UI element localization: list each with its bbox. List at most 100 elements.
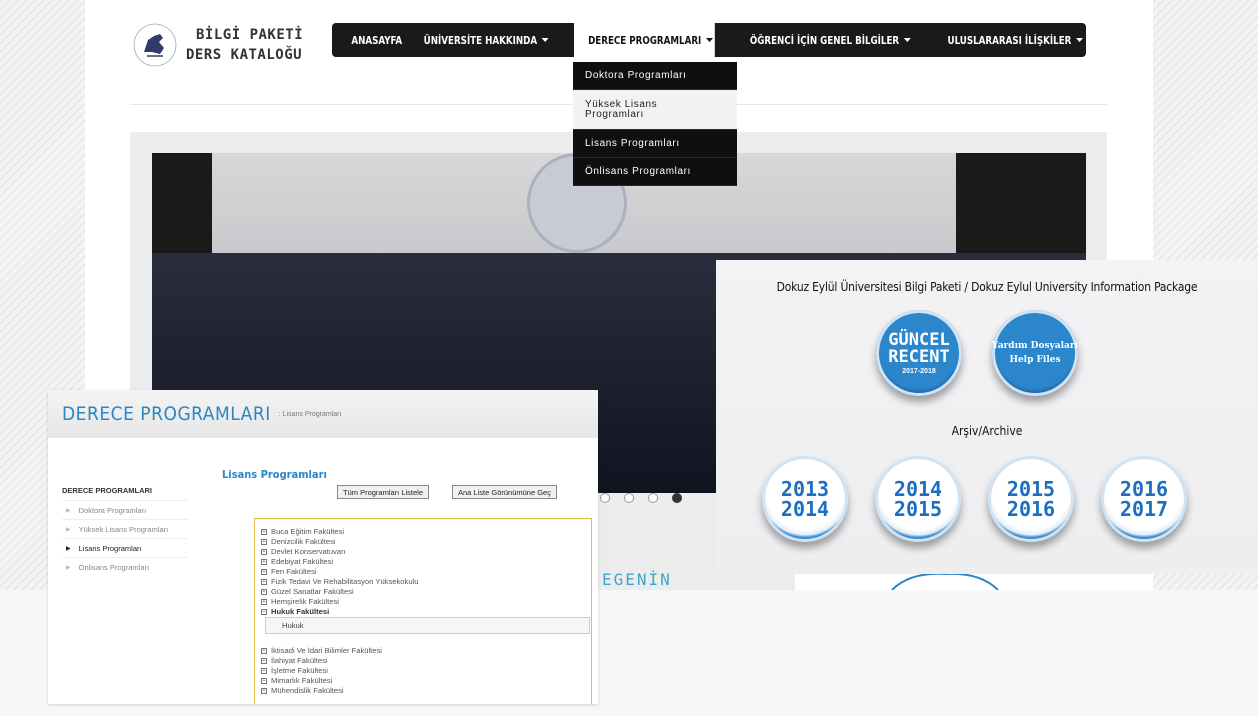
help-files-button[interactable]: Yardım Dosyaları Help Files bbox=[992, 310, 1078, 396]
switch-view-button[interactable]: Ana Liste Görünümüne Geç bbox=[452, 485, 557, 499]
slider-dot[interactable] bbox=[600, 493, 610, 503]
nav-label: ANASAYFA bbox=[351, 33, 403, 47]
archive-2014-2015-button[interactable]: 2014 2015 bbox=[875, 456, 961, 542]
expand-icon[interactable]: + bbox=[261, 539, 267, 545]
expand-icon[interactable]: + bbox=[261, 599, 267, 605]
breadcrumb: : Lisans Programları bbox=[278, 410, 342, 418]
sidebar-item-doktora[interactable]: ▶ Doktora Programları bbox=[62, 500, 188, 519]
sidebar-item-onlisans[interactable]: ▶ Önlisans Programları bbox=[62, 557, 188, 576]
tree-item[interactable]: + Fen Fakültesi bbox=[261, 567, 591, 577]
tree-item[interactable]: + Buca Eğitim Fakültesi bbox=[261, 527, 591, 537]
tree-item[interactable]: + Fizik Tedavi Ve Rehabilitasyon Yüksekok… bbox=[261, 577, 591, 587]
panel-header: DERECE PROGRAMLARI : Lisans Programları bbox=[48, 390, 598, 438]
sidebar-item-label: Lisans Programları bbox=[78, 543, 142, 553]
tree-item-label: Edebiyat Fakültesi bbox=[271, 557, 334, 566]
brand-title[interactable]: BİLGİ PAKETİ DERS KATALOĞU bbox=[186, 25, 303, 65]
tree-item[interactable]: + Güzel Sanatlar Fakültesi bbox=[261, 587, 591, 597]
nav-uluslararasi-iliskiler[interactable]: ULUSLARARASI İLİŞKİLER bbox=[944, 23, 1092, 57]
year-end: 2015 bbox=[893, 497, 943, 521]
expand-icon[interactable]: + bbox=[261, 549, 267, 555]
sidebar-item-label: Doktora Programları bbox=[78, 505, 147, 515]
year-start: 2015 bbox=[1006, 477, 1056, 501]
nav-anasayfa[interactable]: ANASAYFA bbox=[332, 23, 404, 57]
tree-item[interactable]: + Hemşirelik Fakültesi bbox=[261, 597, 591, 607]
tree-item-label: Fen Fakültesi bbox=[271, 567, 317, 576]
collapse-icon[interactable]: − bbox=[261, 609, 267, 615]
tree-item[interactable]: + Devlet Konservatuvarı bbox=[261, 547, 591, 557]
slider-dot[interactable] bbox=[648, 493, 658, 503]
info-package-title: Dokuz Eylül Üniversitesi Bilgi Paketi / … bbox=[776, 280, 1198, 294]
list-all-programs-button[interactable]: Tüm Programları Listele bbox=[337, 485, 430, 499]
dropdown-item-yuksek-lisans[interactable]: Yüksek Lisans Programları bbox=[573, 90, 737, 130]
arrow-right-icon: ▶ bbox=[66, 507, 71, 514]
tree-item[interactable]: + Edebiyat Fakültesi bbox=[261, 557, 591, 567]
expand-icon[interactable]: + bbox=[261, 559, 267, 565]
archive-2015-2016-button[interactable]: 2015 2016 bbox=[988, 456, 1074, 542]
tree-item-label: Buca Eğitim Fakültesi bbox=[271, 527, 345, 536]
tree-item-label: Devlet Konservatuvarı bbox=[271, 547, 346, 556]
archive-label: Arşiv/Archive bbox=[951, 424, 1023, 438]
brand-line-1: BİLGİ PAKETİ bbox=[196, 27, 304, 43]
expand-icon[interactable]: + bbox=[261, 529, 267, 535]
main-navbar: ANASAYFA ÜNİVERSİTE HAKKINDA DERECE PROG… bbox=[332, 22, 1086, 58]
recent-button[interactable]: GÜNCEL RECENT 2017-2018 bbox=[876, 310, 962, 396]
nav-label: ULUSLARARASI İLİŞKİLER bbox=[947, 33, 1072, 47]
slider-dot-active[interactable] bbox=[672, 493, 682, 503]
caret-down-icon bbox=[903, 38, 911, 42]
nav-derece-programlari[interactable]: DERECE PROGRAMLARI bbox=[574, 22, 715, 58]
expand-icon[interactable]: + bbox=[261, 668, 267, 674]
expand-icon[interactable]: + bbox=[261, 569, 267, 575]
tree-item-expanded[interactable]: − Hukuk Fakültesi bbox=[261, 607, 591, 617]
derece-programlari-panel: DERECE PROGRAMLARI : Lisans Programları … bbox=[48, 390, 598, 704]
sidebar-title: DERECE PROGRAMLARI bbox=[62, 486, 153, 495]
expand-icon[interactable]: + bbox=[261, 579, 267, 585]
nav-universite-hakkinda[interactable]: ÜNİVERSİTE HAKKINDA bbox=[414, 23, 555, 57]
section-title: Lisans Programları bbox=[222, 468, 327, 481]
tree-item[interactable]: + Denizcilik Fakültesi bbox=[261, 537, 591, 547]
nav-ogrenci-bilgileri[interactable]: ÖĞRENCİ İÇİN GENEL BİLGİLER bbox=[734, 23, 919, 57]
tree-item-label: İlahiyat Fakültesi bbox=[271, 656, 328, 665]
info-package-panel: Dokuz Eylül Üniversitesi Bilgi Paketi / … bbox=[716, 260, 1258, 574]
tree-child-label: Hukuk bbox=[282, 621, 304, 630]
tree-child-item[interactable]: Hukuk bbox=[265, 617, 590, 634]
tree-item[interactable]: + İktisadi Ve İdari Bilimler Fakültesi bbox=[261, 646, 591, 656]
expand-icon[interactable]: + bbox=[261, 648, 267, 654]
tree-item-label: Denizcilik Fakültesi bbox=[271, 537, 336, 546]
sidebar-item-yuksek-lisans[interactable]: ▶ Yüksek Lisans Programları bbox=[62, 519, 188, 538]
arrow-right-icon: ▶ bbox=[66, 564, 71, 571]
tree-item[interactable]: + Mimarlık Fakültesi bbox=[261, 676, 591, 686]
archive-2013-2014-button[interactable]: 2013 2014 bbox=[762, 456, 848, 542]
expand-icon[interactable]: + bbox=[261, 658, 267, 664]
university-logo-icon[interactable] bbox=[130, 22, 180, 68]
year-start: 2014 bbox=[893, 477, 943, 501]
panel-title: DERECE PROGRAMLARI bbox=[62, 403, 271, 425]
dropdown-item-lisans[interactable]: Lisans Programları bbox=[573, 130, 737, 158]
caret-down-icon bbox=[541, 38, 549, 42]
sidebar-menu: ▶ Doktora Programları ▶ Yüksek Lisans Prog… bbox=[62, 500, 188, 576]
dropdown-item-doktora[interactable]: Doktora Programları bbox=[573, 62, 737, 90]
tree-item[interactable]: + Mühendislik Fakültesi bbox=[261, 686, 591, 696]
tree-item-label: İktisadi Ve İdari Bilimler Fakültesi bbox=[271, 646, 382, 655]
sidebar-item-lisans[interactable]: ▶ Lisans Programları bbox=[62, 538, 188, 557]
nav-label: ÜNİVERSİTE HAKKINDA bbox=[423, 33, 538, 47]
recent-year: 2017-2018 bbox=[902, 367, 936, 375]
tree-item-label: Güzel Sanatlar Fakültesi bbox=[271, 587, 354, 596]
expand-icon[interactable]: + bbox=[261, 589, 267, 595]
recent-line-2: RECENT bbox=[888, 346, 950, 367]
tree-item[interactable]: + İlahiyat Fakültesi bbox=[261, 656, 591, 666]
archive-2016-2017-button[interactable]: 2016 2017 bbox=[1101, 456, 1187, 542]
sidebar-item-label: Önlisans Programları bbox=[78, 562, 150, 572]
year-end: 2017 bbox=[1119, 497, 1169, 521]
dropdown-item-onlisans[interactable]: Önlisans Programları bbox=[573, 158, 737, 186]
expand-icon[interactable]: + bbox=[261, 678, 267, 684]
tree-item-label: Hemşirelik Fakültesi bbox=[271, 597, 339, 606]
slider-dot[interactable] bbox=[624, 493, 634, 503]
expand-icon[interactable]: + bbox=[261, 688, 267, 694]
year-start: 2013 bbox=[780, 477, 830, 501]
help-line-1: Yardım Dosyaları bbox=[992, 341, 1079, 351]
tree-item[interactable]: + İşletme Fakültesi bbox=[261, 666, 591, 676]
year-end: 2014 bbox=[780, 497, 830, 521]
partial-logo-icon bbox=[891, 572, 999, 590]
recent-line-1: GÜNCEL bbox=[888, 329, 950, 350]
help-line-2: Help Files bbox=[1009, 355, 1061, 365]
